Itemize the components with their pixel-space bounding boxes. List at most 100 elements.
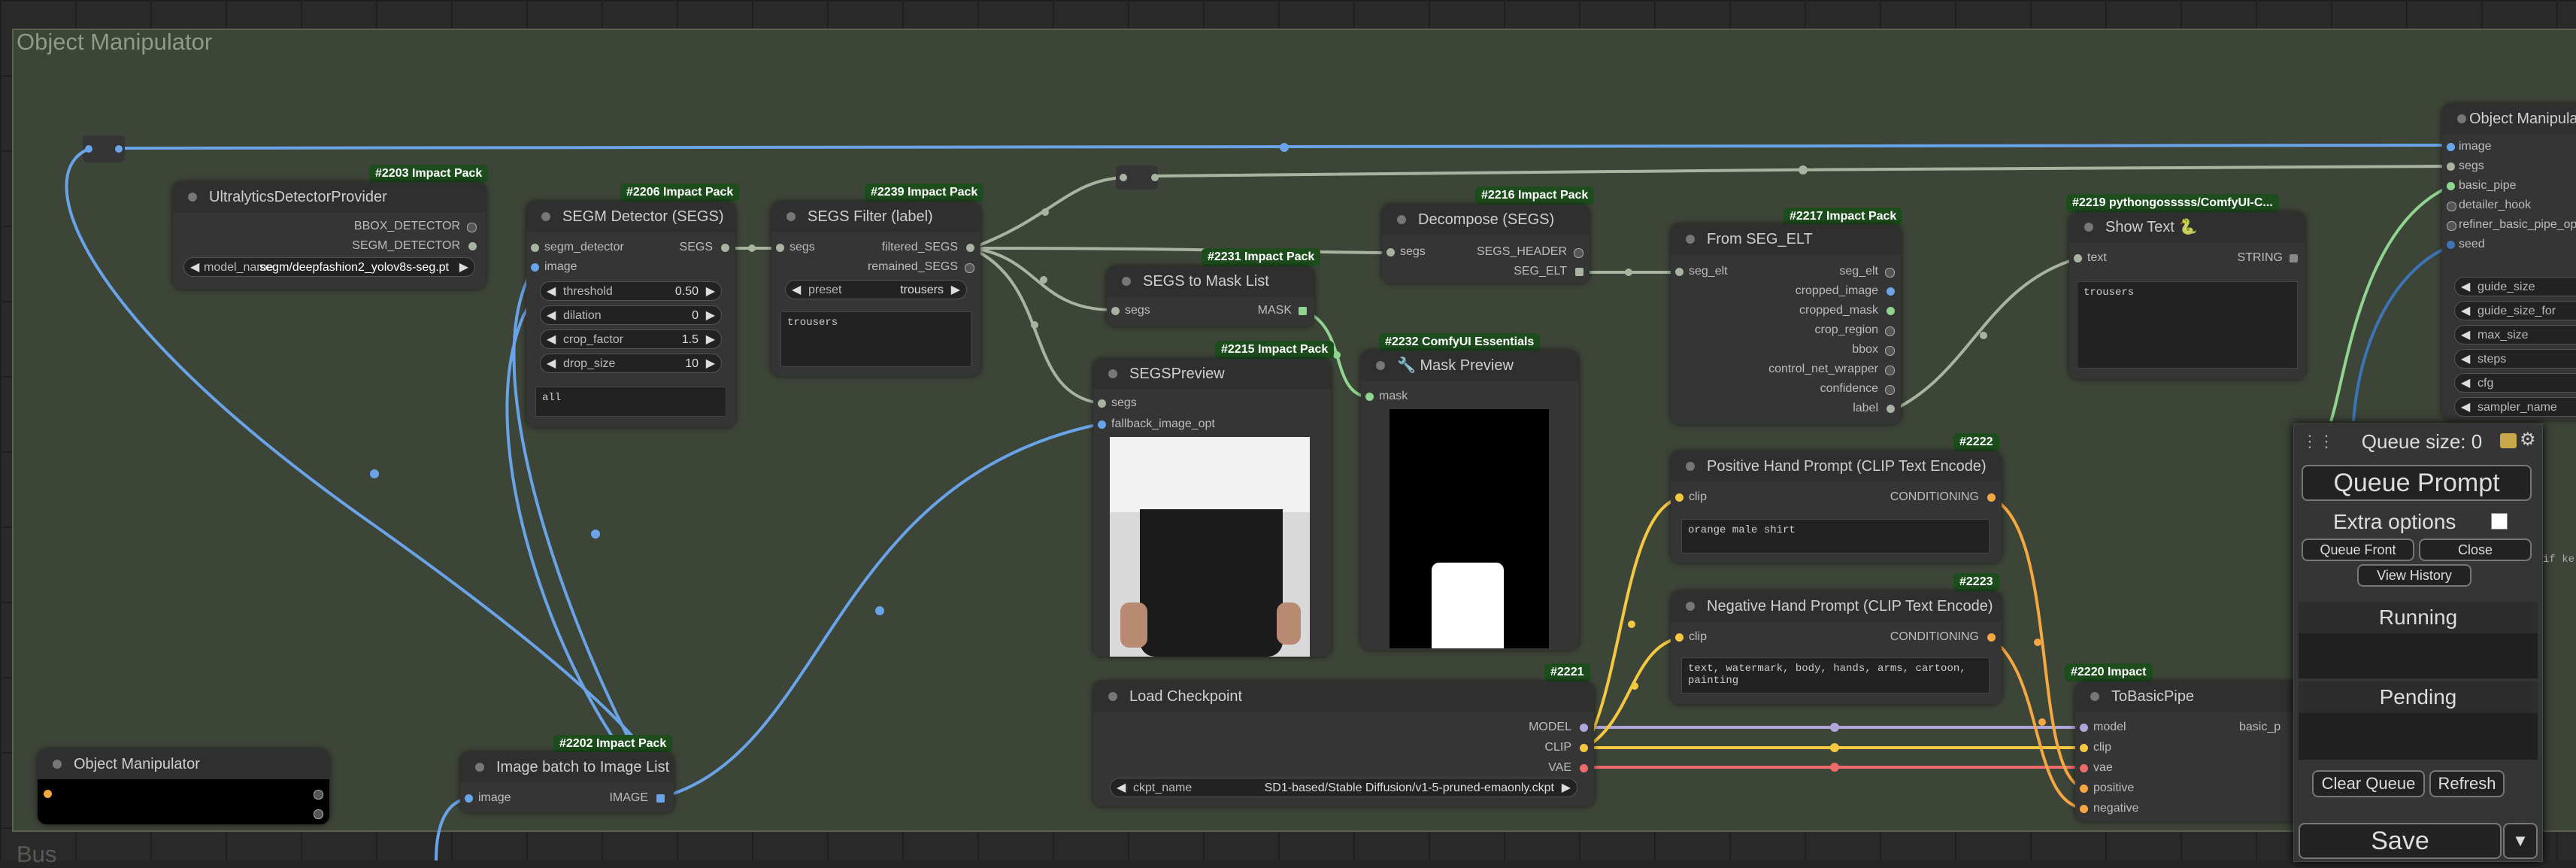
input-dot[interactable]	[1365, 393, 1374, 401]
node-title[interactable]: 🔧 Mask Preview	[1361, 351, 1579, 381]
output-dot[interactable]	[467, 223, 477, 232]
input-dot[interactable]	[1098, 399, 1106, 408]
input-dot[interactable]	[531, 263, 539, 272]
crop-factor-field[interactable]: ◀ crop_factor 1.5 ▶	[540, 329, 722, 349]
labels-textarea[interactable]: trousers	[780, 311, 971, 367]
input-dot[interactable]	[1675, 493, 1683, 502]
labels-textarea[interactable]: all	[535, 387, 726, 417]
output-dot[interactable]	[1574, 248, 1583, 258]
drag-handle-icon[interactable]: ⋮⋮	[2302, 432, 2335, 451]
prompt-textarea[interactable]: orange male shirt	[1681, 519, 1990, 554]
node-title[interactable]: Object Manipulat	[2442, 104, 2576, 134]
node-negative-prompt[interactable]: Negative Hand Prompt (CLIP Text Encode) …	[1671, 591, 2002, 704]
input-dot[interactable]	[465, 794, 473, 803]
output-grid-icon[interactable]	[1299, 307, 1307, 315]
node-title[interactable]: Load Checkpoint	[1093, 681, 1594, 712]
node-positive-prompt[interactable]: Positive Hand Prompt (CLIP Text Encode) …	[1671, 451, 2002, 563]
node-decompose-segs[interactable]: Decompose (SEGS) segs SEGS_HEADER SEG_EL…	[1382, 205, 1590, 283]
node-segm-detector[interactable]: SEGM Detector (SEGS) segm_detector image…	[526, 202, 735, 427]
partial-textarea[interactable]: if ke	[2543, 554, 2574, 566]
node-object-manipulator-left[interactable]: Object Manipulator	[38, 749, 329, 824]
input-dot[interactable]	[1098, 420, 1106, 429]
image-icon[interactable]	[2500, 433, 2517, 448]
node-title[interactable]: SEGM Detector (SEGS)	[526, 202, 735, 232]
ckpt-name-combo[interactable]: ◀ ckpt_name SD1-based/Stable Diffusion/v1-…	[1110, 778, 1577, 797]
prompt-textarea[interactable]: text, watermark, body, hands, arms, cart…	[1681, 657, 1990, 693]
node-to-basic-pipe[interactable]: ToBasicPipe model clip vae positive nega…	[2075, 681, 2301, 821]
output-dot[interactable]	[1580, 724, 1588, 732]
text-display[interactable]: trousers	[2077, 281, 2298, 369]
input-dot[interactable]	[2447, 162, 2455, 171]
input-dot[interactable]	[1111, 307, 1120, 315]
node-title[interactable]: SEGS to Mask List	[1107, 266, 1314, 296]
output-dot[interactable]	[1885, 385, 1895, 395]
guide-size-for-field[interactable]: ◀ guide_size_for	[2454, 301, 2576, 320]
input-dot[interactable]	[1675, 633, 1683, 642]
node-show-text[interactable]: Show Text 🐍 text STRING trousers	[2069, 212, 2305, 379]
node-segs-filter[interactable]: SEGS Filter (label) segs filtered_SEGS r…	[771, 202, 980, 376]
output-dot[interactable]	[1887, 287, 1895, 296]
arrow-left-icon[interactable]: ◀	[190, 258, 199, 278]
input-dot[interactable]	[2080, 744, 2088, 752]
input-dot[interactable]	[1386, 248, 1395, 256]
threshold-field[interactable]: ◀ threshold 0.50 ▶	[540, 281, 722, 301]
output-dot[interactable]	[1580, 744, 1588, 752]
output-dot[interactable]	[1885, 346, 1895, 356]
queue-front-button[interactable]: Queue Front	[2302, 539, 2414, 561]
output-dot[interactable]	[1987, 493, 1996, 502]
node-title[interactable]: Positive Hand Prompt (CLIP Text Encode)	[1671, 451, 2002, 481]
input-dot[interactable]	[776, 244, 784, 252]
node-segs-to-mask-list[interactable]: SEGS to Mask List segs MASK	[1107, 266, 1314, 326]
input-dot[interactable]	[2080, 805, 2088, 813]
drop-size-field[interactable]: ◀ drop_size 10 ▶	[540, 354, 722, 373]
input-dot[interactable]	[2447, 202, 2456, 211]
preset-combo[interactable]: ◀ preset trousers ▶	[785, 280, 967, 299]
cfg-field[interactable]: ◀ cfg	[2454, 373, 2576, 393]
save-button[interactable]: Save	[2299, 823, 2502, 859]
extra-options-checkbox[interactable]	[2491, 513, 2508, 530]
save-dropdown-chevron-icon[interactable]: ▼	[2503, 823, 2538, 859]
output-dot[interactable]	[966, 244, 974, 252]
input-dot[interactable]	[2447, 221, 2456, 231]
input-dot[interactable]	[2080, 785, 2088, 793]
output-dot[interactable]	[1987, 633, 1996, 642]
input-dot[interactable]	[44, 790, 52, 798]
output-dot[interactable]	[721, 244, 729, 252]
output-dot[interactable]	[1885, 268, 1895, 278]
node-title[interactable]: ToBasicPipe	[2075, 681, 2301, 712]
node-title[interactable]: Show Text 🐍	[2069, 212, 2305, 242]
node-image-batch-to-list[interactable]: Image batch to Image List image IMAGE	[460, 752, 674, 812]
output-dot[interactable]	[1887, 405, 1895, 413]
guide-size-field[interactable]: ◀ guide_size	[2454, 277, 2576, 296]
output-dot[interactable]	[314, 790, 323, 800]
sampler-name-field[interactable]: ◀ sampler_name	[2454, 397, 2576, 417]
node-from-seg-elt[interactable]: From SEG_ELT seg_elt seg_elt cropped_ima…	[1671, 224, 1901, 424]
output-dot[interactable]	[314, 809, 323, 819]
clear-queue-button[interactable]: Clear Queue	[2312, 770, 2425, 797]
input-dot[interactable]	[2080, 764, 2088, 772]
node-title[interactable]: SEGS Filter (label)	[771, 202, 980, 232]
refresh-button[interactable]: Refresh	[2429, 770, 2505, 797]
max-size-field[interactable]: ◀ max_size	[2454, 325, 2576, 344]
input-dot[interactable]	[531, 244, 539, 252]
queue-prompt-button[interactable]: Queue Prompt	[2302, 465, 2532, 501]
node-title[interactable]: Negative Hand Prompt (CLIP Text Encode)	[1671, 591, 2002, 621]
gear-icon[interactable]: ⚙	[2520, 429, 2536, 451]
output-grid-icon[interactable]	[1575, 268, 1583, 276]
node-title[interactable]: SEGSPreview	[1093, 359, 1331, 389]
node-title[interactable]: Image batch to Image List	[460, 752, 674, 782]
node-title[interactable]: Decompose (SEGS)	[1382, 205, 1590, 235]
output-grid-icon[interactable]	[2290, 254, 2298, 263]
input-dot[interactable]	[2447, 143, 2455, 151]
node-load-checkpoint[interactable]: Load Checkpoint MODEL CLIP VAE ◀ ckpt_nam…	[1093, 681, 1594, 806]
output-dot[interactable]	[1885, 366, 1895, 375]
input-dot[interactable]	[2447, 241, 2455, 249]
output-dot[interactable]	[468, 242, 477, 250]
input-dot[interactable]	[2447, 182, 2455, 190]
node-ultralytics-detector[interactable]: UltralyticsDetectorProvider BBOX_DETECTO…	[173, 182, 486, 289]
output-grid-icon[interactable]	[656, 794, 665, 803]
model-name-combo[interactable]: ◀ model_name segm/deepfashion2_yolov8s-s…	[183, 257, 475, 277]
input-dot[interactable]	[1675, 268, 1683, 276]
dilation-field[interactable]: ◀ dilation 0 ▶	[540, 305, 722, 325]
node-title[interactable]: From SEG_ELT	[1671, 224, 1901, 254]
